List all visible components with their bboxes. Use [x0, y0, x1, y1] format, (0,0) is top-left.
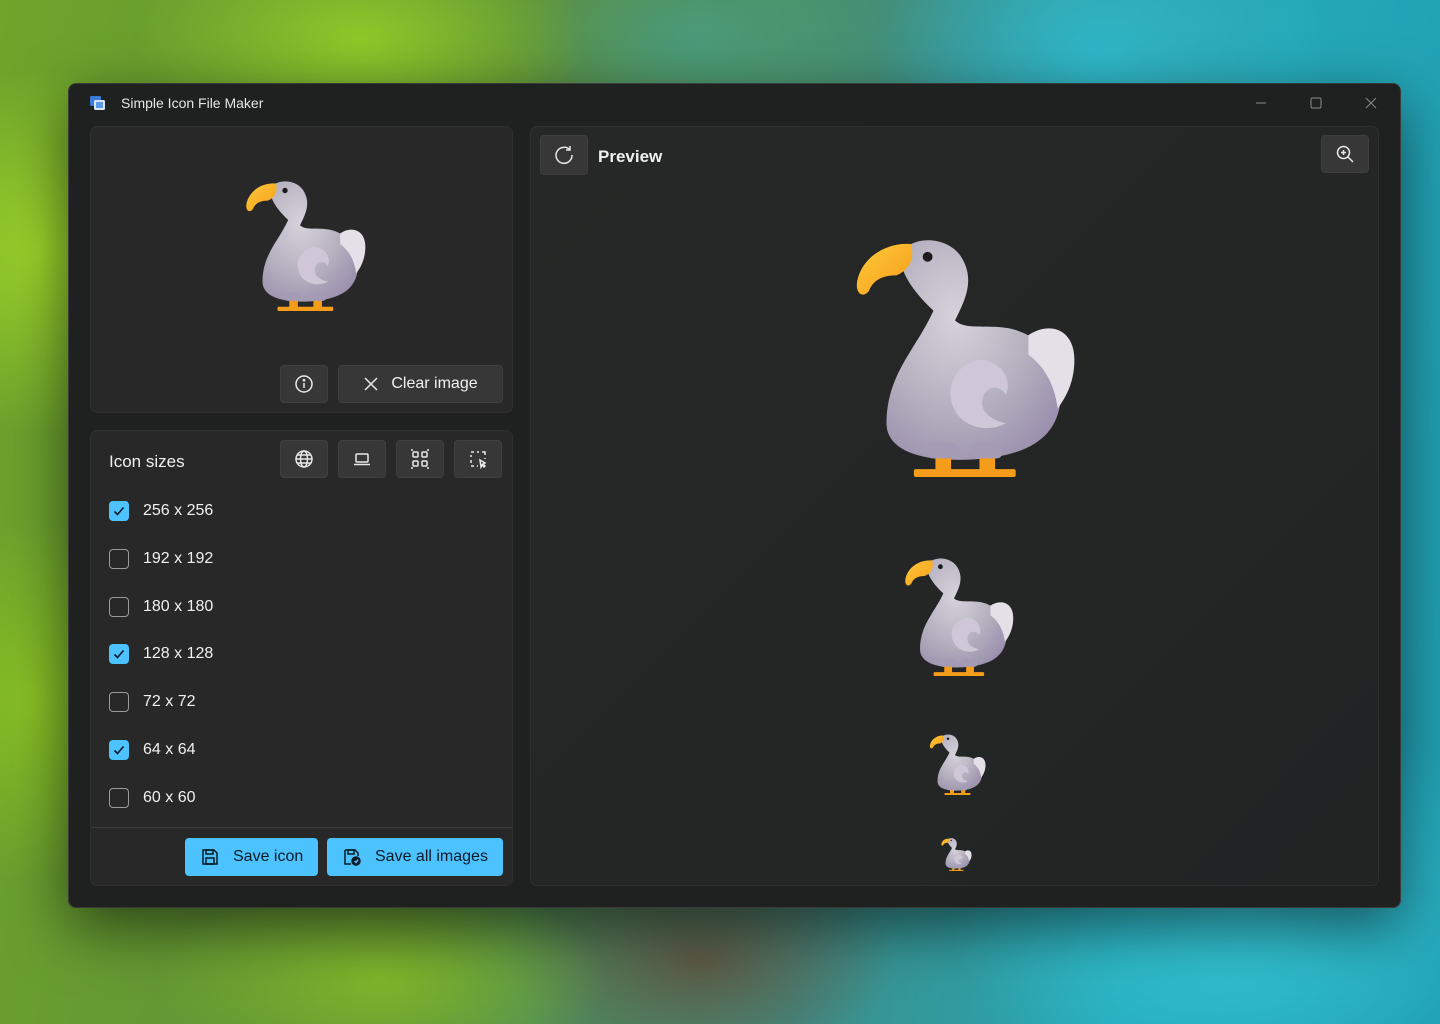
clear-image-button[interactable]: Clear image — [338, 365, 503, 403]
size-label: 60 x 60 — [143, 789, 196, 806]
size-option-180[interactable]: 180 x 180 — [109, 594, 213, 620]
info-icon — [295, 375, 313, 393]
preview-title: Preview — [598, 147, 663, 166]
save-icon — [202, 849, 218, 865]
globe-icon — [295, 450, 313, 468]
source-image — [225, 161, 375, 311]
checkmark-icon — [113, 649, 125, 659]
size-label: 64 x 64 — [143, 741, 196, 758]
checkmark-icon — [113, 506, 125, 516]
refresh-button[interactable] — [540, 135, 588, 175]
icon-sizes-heading: Icon sizes — [109, 452, 185, 471]
close-icon — [364, 377, 378, 391]
checkbox-192[interactable] — [109, 549, 129, 569]
close-icon — [1365, 97, 1377, 109]
checkbox-72[interactable] — [109, 692, 129, 712]
save-all-icon — [344, 849, 361, 866]
size-option-256[interactable]: 256 x 256 — [109, 498, 213, 524]
save-all-images-label: Save all images — [375, 848, 488, 865]
zoom-button[interactable] — [1321, 135, 1369, 173]
divider — [91, 827, 512, 828]
zoom-in-icon — [1336, 145, 1354, 163]
size-option-64[interactable]: 64 x 64 — [109, 737, 195, 763]
save-all-images-button[interactable]: Save all images — [327, 838, 503, 876]
preview-64 — [920, 725, 990, 795]
checkbox-180[interactable] — [109, 597, 129, 617]
icon-sizes-panel: Icon sizes 256 x 256 192 x 192 180 x 180… — [90, 430, 513, 886]
checkbox-60[interactable] — [109, 788, 129, 808]
checkmark-icon — [113, 745, 125, 755]
size-label: 256 x 256 — [143, 502, 214, 519]
size-label: 180 x 180 — [143, 598, 214, 615]
title-bar[interactable]: Simple Icon File Maker — [69, 84, 1400, 122]
checkbox-256[interactable] — [109, 501, 129, 521]
clear-image-label: Clear image — [391, 375, 478, 392]
image-panel: Clear image — [90, 126, 513, 413]
windows-sizes-button[interactable] — [338, 440, 386, 478]
select-arrow-icon — [470, 451, 487, 469]
refresh-icon — [555, 146, 573, 164]
minimize-button[interactable] — [1234, 84, 1288, 122]
size-label: 128 x 128 — [143, 645, 214, 662]
preview-panel: Preview — [530, 126, 1379, 886]
size-option-192[interactable]: 192 x 192 — [109, 546, 213, 572]
size-option-128[interactable]: 128 x 128 — [109, 641, 213, 667]
preview-256 — [818, 203, 1092, 477]
size-label: 72 x 72 — [143, 693, 196, 710]
minimize-icon — [1256, 102, 1266, 104]
info-button[interactable] — [280, 365, 328, 403]
checkbox-64[interactable] — [109, 740, 129, 760]
maximize-button[interactable] — [1289, 84, 1343, 122]
select-none-button[interactable] — [454, 440, 502, 478]
app-window: Simple Icon File Maker Clear image Icon … — [68, 83, 1401, 908]
checkbox-128[interactable] — [109, 644, 129, 664]
save-icon-label: Save icon — [233, 848, 304, 865]
preview-small — [936, 833, 974, 871]
laptop-icon — [354, 453, 370, 466]
size-option-60[interactable]: 60 x 60 — [109, 785, 195, 811]
size-label: 192 x 192 — [143, 550, 214, 567]
grid-select-icon — [411, 449, 429, 469]
save-icon-button[interactable]: Save icon — [185, 838, 318, 876]
size-option-72[interactable]: 72 x 72 — [109, 689, 195, 715]
maximize-icon — [1310, 97, 1322, 109]
all-sizes-button[interactable] — [396, 440, 444, 478]
web-sizes-button[interactable] — [280, 440, 328, 478]
window-title: Simple Icon File Maker — [121, 95, 264, 111]
app-icon — [90, 96, 105, 110]
preview-128 — [886, 540, 1022, 676]
close-button[interactable] — [1344, 84, 1398, 122]
